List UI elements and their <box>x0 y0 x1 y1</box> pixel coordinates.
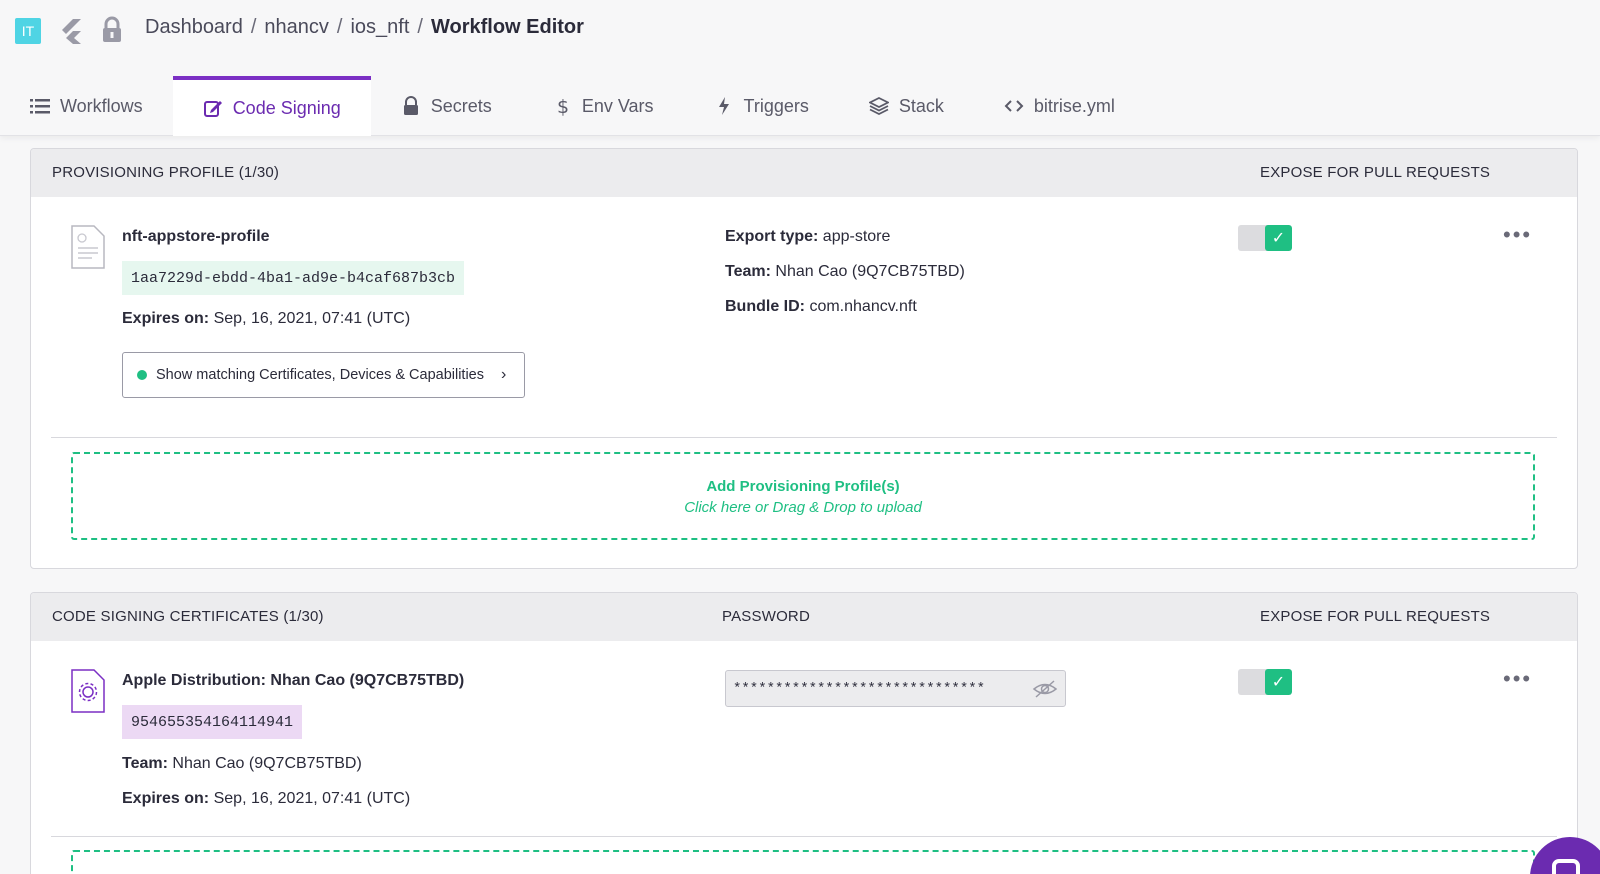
password-field[interactable]: ****************************** <box>725 670 1066 707</box>
dollar-icon: $ <box>557 96 569 116</box>
svg-text:$: $ <box>557 96 569 116</box>
certificate-team: Team: Nhan Cao (9Q7CB75TBD) <box>122 755 362 773</box>
top-bar: IT Dashboard / nhancv / ios_nft / Workfl… <box>0 0 1600 136</box>
expires-label: Expires on: <box>122 310 210 327</box>
expires-value: Sep, 16, 2021, 07:41 (UTC) <box>213 790 411 807</box>
tab-label: bitrise.yml <box>1033 95 1115 116</box>
tab-stack[interactable]: Stack <box>839 76 974 136</box>
breadcrumb-app[interactable]: ios_nft <box>350 16 409 39</box>
tab-label: Stack <box>898 95 944 116</box>
code-icon <box>1004 100 1024 112</box>
export-type-value: app-store <box>822 228 891 245</box>
tab-code-signing[interactable]: Code Signing <box>172 76 371 136</box>
certificate-serial: 954655354164114941 <box>122 705 303 739</box>
chevron-right-icon: › <box>501 366 507 383</box>
expires-label: Expires on: <box>122 790 210 807</box>
edit-icon <box>203 101 222 117</box>
panel-title: PROVISIONING PROFILE (1/30) <box>52 164 280 181</box>
breadcrumb-separator: / <box>336 16 343 38</box>
expires-value: Sep, 16, 2021, 07:41 (UTC) <box>213 310 411 327</box>
status-dot <box>137 370 147 380</box>
flutter-icon <box>62 19 81 44</box>
app-avatar[interactable]: IT <box>15 18 41 44</box>
show-matching-label: Show matching Certificates, Devices & Ca… <box>156 367 484 383</box>
layers-icon <box>868 96 889 116</box>
certificate-gear-icon <box>71 669 105 713</box>
tab-env-vars[interactable]: $ Env Vars <box>522 76 684 136</box>
tab-label: Triggers <box>743 95 809 116</box>
certificate-upload-dropzone[interactable] <box>71 850 1535 874</box>
team-value: Nhan Cao (9Q7CB75TBD) <box>775 263 965 280</box>
check-icon: ✓ <box>1265 225 1292 251</box>
team-label: Team: <box>122 755 168 772</box>
bolt-icon <box>718 97 729 115</box>
bundle-id-value: com.nhancv.nft <box>809 298 917 315</box>
certificate-expires: Expires on: Sep, 16, 2021, 07:41 (UTC) <box>122 790 410 808</box>
profile-name: nft-appstore-profile <box>122 228 270 245</box>
tab-label: Code Signing <box>232 97 341 118</box>
breadcrumb-separator: / <box>417 16 423 38</box>
tab-workflows[interactable]: Workflows <box>0 76 173 136</box>
profile-uuid: 1aa7229d-ebdd-4ba1-ad9e-b4caf687b3cb <box>122 261 465 295</box>
tab-secrets[interactable]: Secrets <box>371 76 522 136</box>
breadcrumb-current: Workflow Editor <box>430 16 584 38</box>
bundle-id-label: Bundle ID: <box>725 298 805 315</box>
export-type: Export type: app-store <box>725 228 890 246</box>
profile-expires: Expires on: Sep, 16, 2021, 07:41 (UTC) <box>122 310 410 328</box>
bundle-id: Bundle ID: com.nhancv.nft <box>725 298 917 316</box>
certificate-name: Apple Distribution: Nhan Cao (9Q7CB75TBD… <box>122 672 465 689</box>
dropzone-title: Add Provisioning Profile(s) <box>706 478 900 495</box>
panel-header: PROVISIONING PROFILE (1/30) EXPOSE FOR P… <box>31 149 1577 197</box>
divider <box>51 437 1557 438</box>
password-column-header: PASSWORD <box>722 608 810 625</box>
eye-slash-icon[interactable] <box>1032 679 1058 699</box>
tab-bitrise-yml[interactable]: bitrise.yml <box>974 76 1145 136</box>
dropzone-subtitle: Click here or Drag & Drop to upload <box>684 499 922 516</box>
team-label: Team: <box>725 263 771 280</box>
panel-title: CODE SIGNING CERTIFICATES (1/30) <box>52 608 324 625</box>
export-type-label: Export type: <box>725 228 819 245</box>
panel-header: CODE SIGNING CERTIFICATES (1/30) PASSWOR… <box>31 593 1577 641</box>
team-value: Nhan Cao (9Q7CB75TBD) <box>172 755 362 772</box>
breadcrumb-owner[interactable]: nhancv <box>264 16 329 39</box>
breadcrumb-separator: / <box>250 16 257 38</box>
more-options-icon[interactable]: ••• <box>1503 666 1532 692</box>
more-options-icon[interactable]: ••• <box>1503 222 1532 248</box>
list-icon <box>30 99 50 114</box>
profile-upload-dropzone[interactable]: Add Provisioning Profile(s) Click here o… <box>71 452 1535 540</box>
chat-icon <box>1552 859 1580 874</box>
check-icon: ✓ <box>1265 669 1292 695</box>
expose-column-header: EXPOSE FOR PULL REQUESTS <box>1260 164 1491 181</box>
document-icon <box>71 225 105 269</box>
expose-pr-toggle[interactable]: ✓ <box>1238 669 1292 695</box>
tab-label: Env Vars <box>581 95 654 116</box>
lock-icon <box>103 16 121 42</box>
divider <box>51 836 1557 837</box>
expose-pr-toggle[interactable]: ✓ <box>1238 225 1292 251</box>
show-matching-button[interactable]: Show matching Certificates, Devices & Ca… <box>122 352 525 398</box>
tab-triggers[interactable]: Triggers <box>684 76 839 136</box>
breadcrumb: Dashboard / nhancv / ios_nft / Workflow … <box>145 16 584 39</box>
tab-label: Workflows <box>60 95 143 116</box>
expose-column-header: EXPOSE FOR PULL REQUESTS <box>1260 608 1491 625</box>
profile-team: Team: Nhan Cao (9Q7CB75TBD) <box>725 263 965 281</box>
tab-bar: Workflows Code Signing Secrets $ Env Var… <box>0 76 1145 136</box>
tab-label: Secrets <box>430 95 492 116</box>
lock-icon <box>403 96 418 115</box>
breadcrumb-dashboard[interactable]: Dashboard <box>145 16 243 39</box>
